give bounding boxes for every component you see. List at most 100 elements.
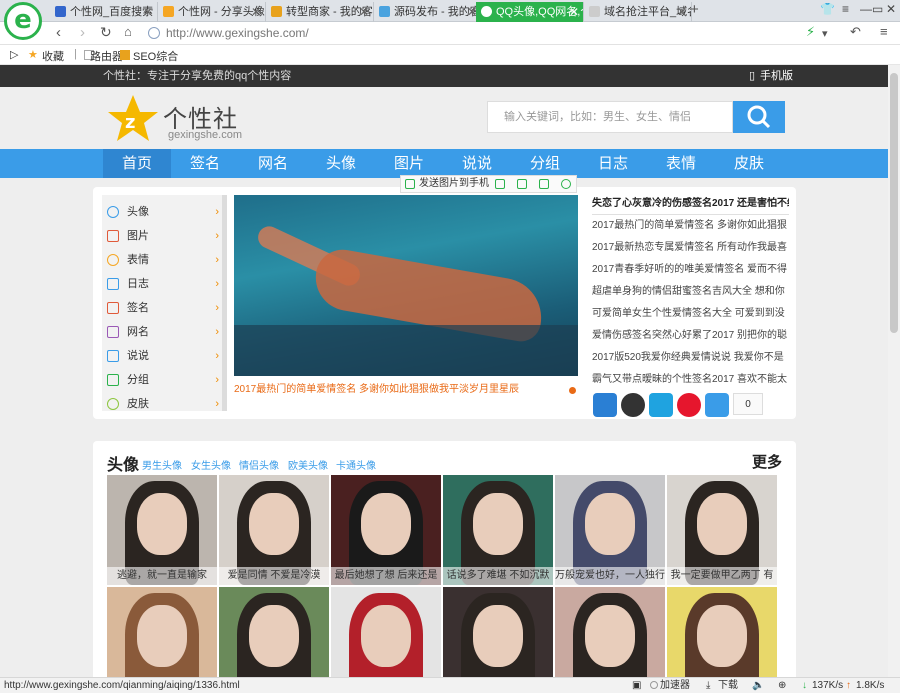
close-icon[interactable]: ✕ — [677, 2, 687, 22]
forward-icon[interactable]: › — [80, 24, 85, 41]
close-icon[interactable]: ✕ — [359, 2, 369, 22]
close-icon[interactable]: ✕ — [569, 2, 579, 22]
tab-baidu[interactable]: 个性网_百度搜索 ✕ — [50, 2, 158, 22]
new-tab-button[interactable]: + — [690, 1, 699, 18]
avatar-thumb[interactable]: 我一定要做甲乙两丁 有 — [667, 475, 777, 585]
qzone-share-icon[interactable] — [593, 393, 617, 417]
page-scrollbar[interactable] — [888, 65, 900, 677]
dropdown-icon[interactable]: ▾ — [822, 27, 828, 40]
nav-shuoshuo[interactable]: 说说 — [443, 149, 511, 178]
close-icon[interactable]: ✕ — [251, 2, 261, 22]
list-item[interactable]: 可爱简单女生个性爱情签名大全 可爱到到没 — [592, 303, 789, 325]
list-headline[interactable]: 失恋了心灰意冷的伤感签名2017 还是害怕不经意间 — [592, 193, 789, 215]
download-button[interactable]: 下载 — [718, 678, 738, 693]
undo-icon[interactable]: ↶ — [850, 24, 861, 40]
menu-item-signature[interactable]: 签名 › — [107, 296, 219, 320]
slide-indicator[interactable] — [569, 387, 576, 394]
sub-link-male[interactable]: 男生头像 — [142, 457, 182, 472]
list-item[interactable]: 2017最新热恋专属爱情签名 所有动作我最喜 — [592, 237, 789, 259]
more-link[interactable]: 更多 — [752, 451, 782, 472]
scrollbar-thumb[interactable] — [890, 73, 898, 333]
section-title[interactable]: 头像 — [107, 451, 139, 475]
search-input[interactable]: 输入关键词，比如：男生、女生、情侣 — [487, 101, 733, 133]
avatar-thumb[interactable]: 万般宠爱也好，一人独行 — [555, 475, 665, 585]
bookmark-favorites[interactable]: 收藏 — [42, 48, 64, 64]
browser-logo-icon[interactable]: e — [4, 2, 42, 40]
list-item[interactable]: 2017版520我爱你经典爱情说说 我爱你不是 — [592, 347, 789, 369]
avatar-thumb[interactable] — [219, 587, 329, 677]
menu-item-shuoshuo[interactable]: 说说 › — [107, 344, 219, 368]
menu-item-emoji[interactable]: 表情 › — [107, 248, 219, 272]
avatar-thumb[interactable] — [555, 587, 665, 677]
skin-icon[interactable]: 👕 — [820, 2, 835, 16]
back-icon[interactable]: ‹ — [56, 24, 61, 41]
menu-item-log[interactable]: 日志 › — [107, 272, 219, 296]
menu-item-group[interactable]: 分组 › — [107, 368, 219, 392]
home-icon[interactable]: ⌂ — [124, 24, 132, 39]
nav-log[interactable]: 日志 — [579, 149, 647, 178]
menu-item-nickname[interactable]: 网名 › — [107, 320, 219, 344]
close-icon[interactable]: ✕ — [143, 2, 153, 22]
avatar-thumb[interactable] — [331, 587, 441, 677]
settings-icon[interactable] — [561, 179, 571, 189]
phone-icon[interactable] — [405, 179, 415, 189]
expand-icon[interactable] — [495, 179, 505, 189]
sub-link-female[interactable]: 女生头像 — [191, 457, 231, 472]
save-icon[interactable] — [517, 179, 527, 189]
sina-weibo-share-icon[interactable] — [677, 393, 701, 417]
list-item[interactable]: 爱情伤感签名突然心好累了2017 别把你的聪 — [592, 325, 789, 347]
feature-photo[interactable] — [234, 195, 578, 376]
nav-home[interactable]: 首页 — [103, 149, 171, 178]
open-icon[interactable] — [539, 179, 549, 189]
tab-qq-active[interactable]: QQ头像,QQ网名,个 ✕ — [476, 2, 584, 22]
tab-yuanma[interactable]: 源码发布 - 我的客 ✕ — [374, 2, 482, 22]
nav-signature[interactable]: 签名 — [171, 149, 239, 178]
accelerator-button[interactable]: 加速器 — [660, 678, 690, 693]
list-item[interactable]: 霸气又带点暧昧的个性签名2017 喜欢不能太 — [592, 369, 789, 391]
nav-images[interactable]: 图片 — [375, 149, 443, 178]
nav-group[interactable]: 分组 — [511, 149, 579, 178]
lightning-icon[interactable]: ⚡ — [806, 24, 815, 40]
nav-emoji[interactable]: 表情 — [647, 149, 715, 178]
screenshot-icon[interactable]: ▣ — [632, 678, 641, 693]
list-item[interactable]: 2017青春季好听的的唯美爱情签名 爱而不得 — [592, 259, 789, 281]
avatar-thumb[interactable] — [443, 587, 553, 677]
sound-icon[interactable]: 🔈 — [752, 678, 764, 693]
sub-link-western[interactable]: 欧美头像 — [288, 457, 328, 472]
qq-share-icon[interactable] — [621, 393, 645, 417]
reload-icon[interactable]: ↻ — [100, 24, 112, 41]
avatar-thumb[interactable]: 最后她想了想 后来还是 — [331, 475, 441, 585]
avatar-thumb[interactable] — [667, 587, 777, 677]
sidebar-toggle-icon[interactable]: ▷ — [10, 48, 18, 61]
avatar-thumb[interactable] — [107, 587, 217, 677]
zoom-icon[interactable]: ⊕ — [778, 678, 786, 693]
menu-icon[interactable]: ≡ — [880, 24, 888, 39]
search-button[interactable] — [733, 101, 785, 133]
tab-domain[interactable]: 域名抢注平台_域名 ✕ — [584, 2, 692, 22]
sub-link-cartoon[interactable]: 卡通头像 — [336, 457, 376, 472]
menu-item-avatar[interactable]: 头像 › — [107, 200, 219, 224]
minimize-icon[interactable]: — — [860, 2, 872, 16]
tab-zhuanxing[interactable]: 转型商家 - 我的客 ✕ — [266, 2, 374, 22]
bookmark-router[interactable]: 路由器 — [90, 48, 123, 64]
maximize-icon[interactable]: ▭ — [872, 2, 883, 16]
mobile-link[interactable]: 手机版 — [760, 65, 793, 87]
more-share-icon[interactable] — [705, 393, 729, 417]
menu-item-images[interactable]: 图片 › — [107, 224, 219, 248]
list-item[interactable]: 2017最热门的简单爱情签名 多谢你如此猖狠 — [592, 215, 789, 237]
avatar-thumb[interactable]: 逃避，就一直是输家 — [107, 475, 217, 585]
menu-scrollbar[interactable] — [222, 195, 227, 411]
nav-avatar[interactable]: 头像 — [307, 149, 375, 178]
sub-link-couple[interactable]: 情侣头像 — [239, 457, 279, 472]
bookmark-seo[interactable]: SEO综合 — [133, 48, 178, 64]
nav-nickname[interactable]: 网名 — [239, 149, 307, 178]
url-input[interactable]: http://www.gexingshe.com/ — [148, 25, 788, 42]
menu-item-skin[interactable]: 皮肤 › — [107, 392, 219, 416]
close-window-icon[interactable]: ✕ — [886, 2, 896, 16]
tab-gexing[interactable]: 个性网 - 分享头像 ✕ — [158, 2, 266, 22]
list-item[interactable]: 超虐单身狗的情侣甜蜜签名吉风大全 想和你 — [592, 281, 789, 303]
avatar-thumb[interactable]: 话说多了难堪 不如沉默 — [443, 475, 553, 585]
tencent-weibo-share-icon[interactable] — [649, 393, 673, 417]
avatar-thumb[interactable]: 爱是同情 不爱是冷漠 — [219, 475, 329, 585]
menu-icon[interactable]: ≡ — [842, 2, 849, 16]
